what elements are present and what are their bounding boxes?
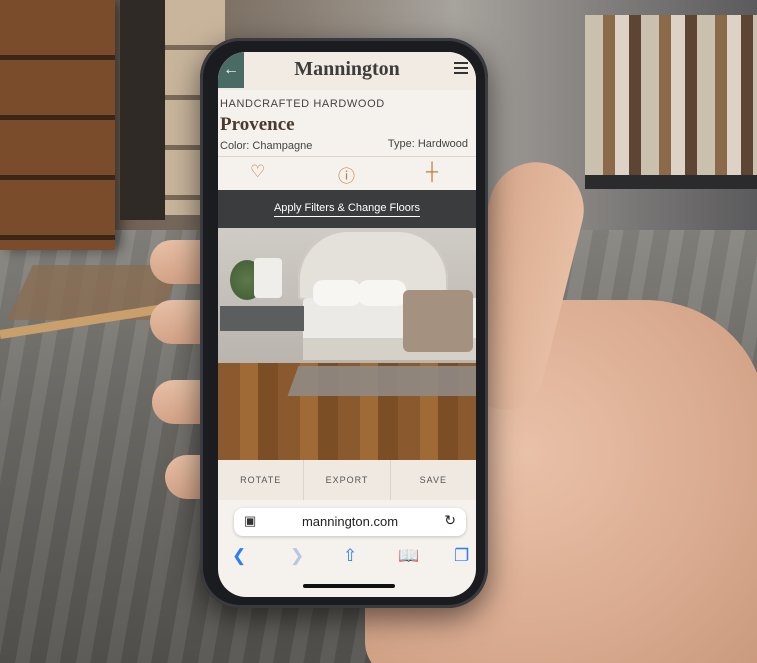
product-icon-row: ♡ ⓘ ┼ [218, 160, 476, 188]
divider [218, 156, 476, 157]
export-button[interactable]: EXPORT [304, 460, 391, 500]
room-visualizer-image[interactable] [218, 228, 476, 460]
nightstand [220, 306, 304, 331]
url-text: mannington.com [301, 514, 399, 529]
back-chevron-icon[interactable]: ❮ [232, 546, 246, 566]
showroom-photo: ← Mannington HANDCRAFTED HARDWOOD Proven… [0, 0, 757, 663]
app-header: ← Mannington [218, 52, 476, 90]
product-color: Color: Champagne [220, 140, 313, 152]
apply-filters-label: Apply Filters & Change Floors [273, 202, 421, 217]
flooring-shelf-left [0, 0, 115, 250]
pillow [358, 280, 406, 306]
throw-blanket [403, 290, 473, 352]
phone-screen: ← Mannington HANDCRAFTED HARDWOOD Proven… [218, 52, 476, 597]
home-indicator [303, 584, 395, 588]
room-rug [287, 366, 476, 396]
action-row: ROTATE EXPORT SAVE [218, 460, 476, 500]
tabs-icon[interactable]: ❐ [454, 546, 469, 566]
flooring-display-right [585, 15, 757, 189]
heart-icon[interactable]: ♡ [250, 162, 265, 182]
browser-toolbar: ❮ ❯ ⇧ 📖 ❐ [218, 542, 476, 572]
reload-icon[interactable]: ↻ [444, 512, 456, 529]
brand-logo: Mannington [294, 58, 400, 80]
product-category: HANDCRAFTED HARDWOOD [220, 98, 385, 110]
product-name: Provence [220, 114, 295, 135]
lamp [254, 258, 282, 298]
browser-url-bar[interactable]: ▣ mannington.com ↻ [234, 508, 466, 536]
apply-filters-button[interactable]: Apply Filters & Change Floors [218, 190, 476, 228]
bookmarks-icon[interactable]: 📖 [398, 546, 419, 566]
chair-icon[interactable]: ┼ [426, 162, 438, 182]
forward-chevron-icon[interactable]: ❯ [290, 546, 304, 566]
rotate-button[interactable]: ROTATE [218, 460, 305, 500]
info-icon[interactable]: ⓘ [338, 162, 355, 187]
hamburger-menu-icon[interactable] [454, 62, 468, 74]
pillow [313, 280, 361, 306]
pillar [120, 0, 165, 220]
share-icon[interactable]: ⇧ [343, 546, 357, 566]
save-button[interactable]: SAVE [391, 460, 476, 500]
product-type: Type: Hardwood [387, 138, 468, 150]
